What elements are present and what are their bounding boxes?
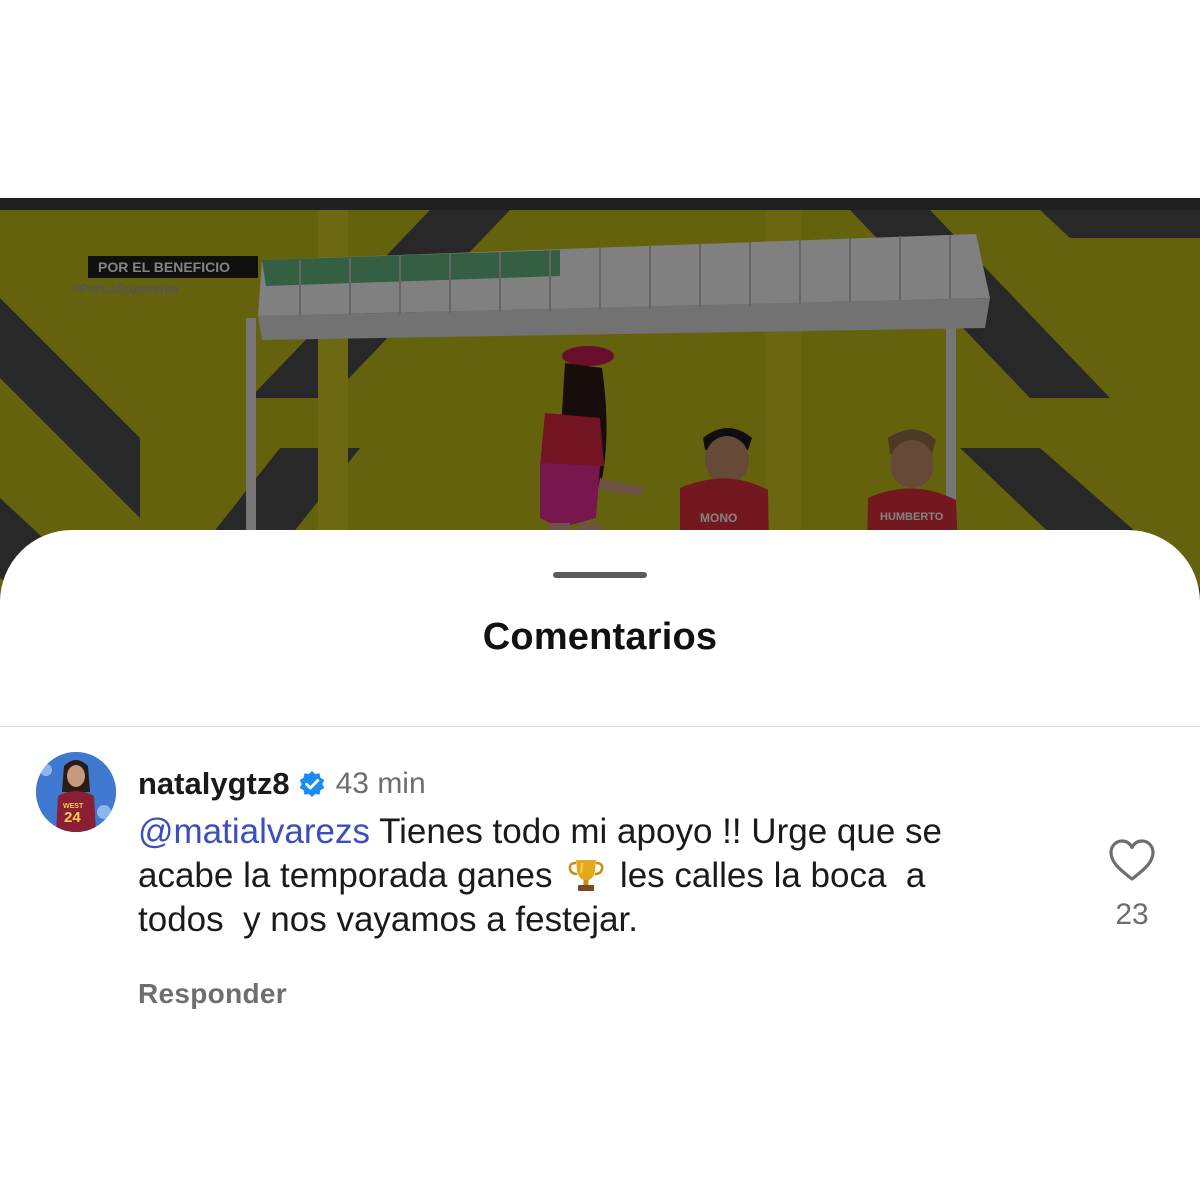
comment-line-2: acabe la temporada ganes les calles la b… bbox=[138, 854, 1068, 898]
verified-badge-icon bbox=[298, 770, 326, 798]
avatar-image: WEST 24 bbox=[36, 752, 116, 832]
comments-sheet: Comentarios WEST 24 natalygtz8 43 min @m… bbox=[0, 530, 1200, 1200]
comment-mention[interactable]: @matialvarezs bbox=[138, 812, 370, 851]
comment-line-2-after: les calles la boca a bbox=[610, 856, 926, 895]
like-area: 23 bbox=[1100, 838, 1164, 932]
comment-item: WEST 24 natalygtz8 43 min @matialvarezs … bbox=[0, 752, 1200, 1052]
avatar-jersey-number: 24 bbox=[64, 809, 81, 826]
trophy-icon bbox=[566, 857, 606, 893]
comment-username[interactable]: natalygtz8 bbox=[138, 766, 290, 802]
sheet-title: Comentarios bbox=[482, 616, 718, 658]
avatar[interactable]: WEST 24 bbox=[36, 752, 116, 832]
heart-icon[interactable] bbox=[1108, 838, 1156, 882]
comment-line-1: @matialvarezs Tienes todo mi apoyo !! Ur… bbox=[138, 810, 1068, 854]
reply-button[interactable]: Responder bbox=[138, 978, 287, 1010]
comment-timestamp: 43 min bbox=[335, 767, 426, 800]
comment-header: natalygtz8 43 min bbox=[138, 762, 426, 806]
divider bbox=[0, 726, 1200, 727]
comment-text: @matialvarezs Tienes todo mi apoyo !! Ur… bbox=[138, 810, 1068, 942]
comment-line-1-text: Tienes todo mi apoyo !! Urge que se bbox=[369, 812, 942, 851]
comment-line-3: todos y nos vayamos a festejar. bbox=[138, 900, 638, 939]
comment-line-2-before: acabe la temporada ganes bbox=[138, 856, 563, 895]
sheet-grab-handle[interactable] bbox=[553, 572, 647, 578]
like-count: 23 bbox=[1115, 898, 1149, 931]
